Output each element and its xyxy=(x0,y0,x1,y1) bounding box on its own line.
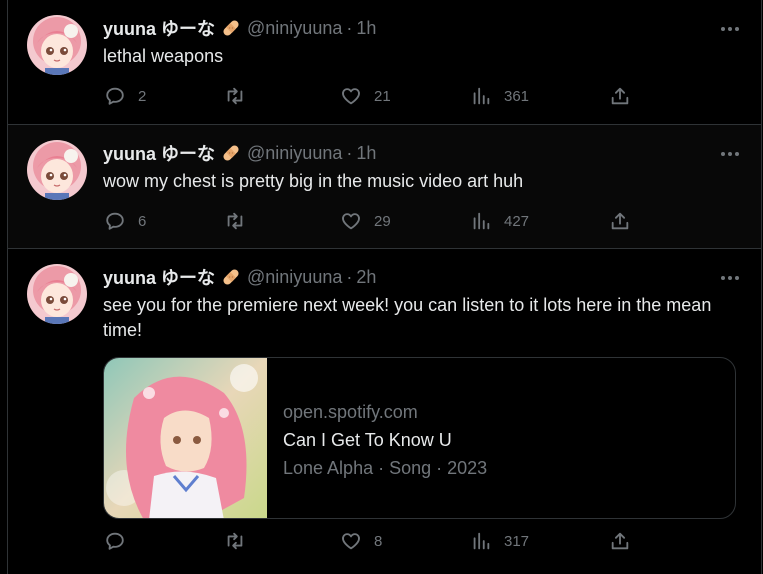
tweet[interactable]: yuuna ゆーな @niniyuuna · 1h xyxy=(7,0,762,125)
reply-count: 6 xyxy=(138,212,147,230)
tweet-text: see you for the premiere next week! you … xyxy=(103,295,712,340)
share-icon xyxy=(611,532,629,550)
tweet[interactable]: yuuna ゆーな @niniyuuna · 1h xyxy=(7,125,762,249)
timestamp[interactable]: 1h xyxy=(356,18,376,39)
heart-icon xyxy=(342,88,360,105)
views-button[interactable]: 317 xyxy=(470,529,529,553)
timeline-feed: yuuna ゆーな @niniyuuna · 1h lethal weapons… xyxy=(0,0,763,574)
like-button[interactable]: 21 xyxy=(340,84,391,108)
timestamp[interactable]: 1h xyxy=(356,143,376,164)
like-count: 8 xyxy=(374,532,383,550)
tweet-header: yuuna ゆーな @niniyuuna · 1h xyxy=(103,16,376,40)
tweet-header: yuuna ゆーな @niniyuuna · 2h xyxy=(103,265,376,289)
card-meta: Lone Alpha · Song · 2023 xyxy=(283,458,488,478)
tweet-actions: 8 317 xyxy=(104,529,744,553)
link-card[interactable]: open.spotify.com Can I Get To Know U Lon… xyxy=(103,357,736,519)
reply-button[interactable] xyxy=(104,529,138,553)
views-button[interactable]: 427 xyxy=(470,209,529,233)
handle[interactable]: @niniyuuna xyxy=(247,18,342,39)
separator: · xyxy=(346,266,353,287)
share-icon xyxy=(611,87,629,105)
card-body: open.spotify.com Can I Get To Know U Lon… xyxy=(283,398,487,482)
like-button[interactable]: 8 xyxy=(340,529,382,553)
views-count: 427 xyxy=(504,212,530,230)
handle[interactable]: @niniyuuna xyxy=(247,143,342,164)
views-count: 317 xyxy=(504,532,530,550)
heart-icon xyxy=(342,213,360,230)
avatar[interactable] xyxy=(27,264,87,324)
retweet-button[interactable] xyxy=(224,209,258,233)
retweet-button[interactable] xyxy=(224,529,258,553)
views-chart-icon xyxy=(473,212,490,230)
more-horizontal-icon[interactable] xyxy=(719,267,741,289)
tweet[interactable]: yuuna ゆーな @niniyuuna · 2h see you for th… xyxy=(7,249,762,574)
avatar[interactable] xyxy=(27,15,87,75)
retweet-icon xyxy=(227,87,243,105)
handle[interactable]: @niniyuuna xyxy=(247,267,342,288)
tweet-actions: 6 29 427 xyxy=(104,209,744,233)
card-thumbnail xyxy=(104,358,267,518)
card-domain: open.spotify.com xyxy=(283,402,418,422)
share-icon xyxy=(611,212,629,230)
display-name[interactable]: yuuna ゆーな xyxy=(103,264,215,290)
bandage-emoji-icon xyxy=(221,267,241,287)
tweet-actions: 2 21 361 xyxy=(104,84,744,108)
tweet-header: yuuna ゆーな @niniyuuna · 1h xyxy=(103,141,376,165)
bandage-emoji-icon xyxy=(221,143,241,163)
avatar[interactable] xyxy=(27,140,87,200)
tweet-text: wow my chest is pretty big in the music … xyxy=(103,171,524,191)
share-button[interactable] xyxy=(609,209,631,233)
display-name[interactable]: yuuna ゆーな xyxy=(103,140,215,166)
views-count: 361 xyxy=(504,87,530,105)
like-count: 29 xyxy=(374,212,391,230)
reply-icon xyxy=(106,212,124,230)
retweet-button[interactable] xyxy=(224,84,258,108)
views-chart-icon xyxy=(473,87,490,105)
timestamp[interactable]: 2h xyxy=(356,267,376,288)
share-button[interactable] xyxy=(609,529,631,553)
like-button[interactable]: 29 xyxy=(340,209,391,233)
heart-icon xyxy=(342,533,360,550)
separator: · xyxy=(346,142,353,163)
share-button[interactable] xyxy=(609,84,631,108)
bandage-emoji-icon xyxy=(221,18,241,38)
reply-button[interactable]: 6 xyxy=(104,209,146,233)
tweet-text: lethal weapons xyxy=(103,46,224,66)
reply-count: 2 xyxy=(138,87,147,105)
card-title: Can I Get To Know U xyxy=(283,430,452,450)
views-chart-icon xyxy=(473,532,490,550)
reply-icon xyxy=(106,532,124,550)
retweet-icon xyxy=(227,532,243,550)
views-button[interactable]: 361 xyxy=(470,84,529,108)
more-horizontal-icon[interactable] xyxy=(719,143,741,165)
separator: · xyxy=(346,17,353,38)
like-count: 21 xyxy=(374,87,391,105)
reply-button[interactable]: 2 xyxy=(104,84,146,108)
reply-icon xyxy=(106,87,124,105)
more-horizontal-icon[interactable] xyxy=(719,18,741,40)
display-name[interactable]: yuuna ゆーな xyxy=(103,15,215,41)
retweet-icon xyxy=(227,212,243,230)
